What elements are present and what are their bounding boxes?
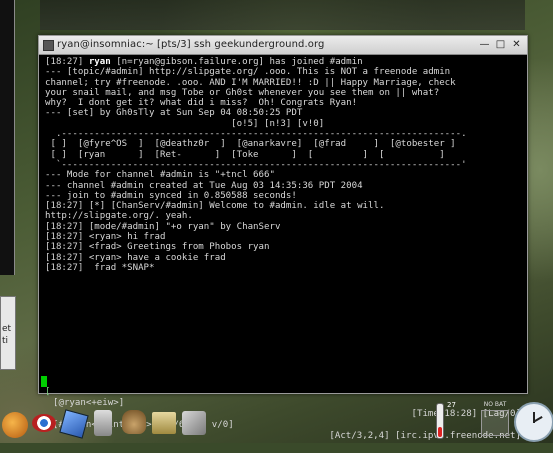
message-text: http://slipgate.org/. yeah. bbox=[45, 211, 193, 222]
window-menu-icon[interactable] bbox=[43, 40, 54, 51]
terminal-window[interactable]: ryan@insomniac:~ [pts/3] ssh geekundergr… bbox=[38, 35, 528, 441]
message-timestamp: [18:27] bbox=[45, 232, 89, 243]
irssi-statusbar: [ [@ryan<+eiw>] [Time/18:28] [Lag/0] [#a… bbox=[45, 387, 521, 441]
terminal-line: [ ] [ryan ] [Ret- ] [Toke ] [ ] [ ] bbox=[45, 150, 523, 160]
battery-label: NO BAT bbox=[483, 401, 507, 408]
message-text: `---------------------------------------… bbox=[45, 159, 467, 170]
message-text: --- channel #admin created at Tue Aug 03… bbox=[45, 180, 363, 191]
message-text: <ryan> have a cookie frad bbox=[88, 252, 226, 263]
message-text: [n=ryan@gibson.failure.org] has joined #… bbox=[110, 57, 363, 67]
message-text: [o!5] [n!3] [v!0] bbox=[45, 118, 325, 129]
message-timestamp: [18:27] bbox=[45, 262, 89, 273]
battery-icon bbox=[481, 410, 509, 436]
terminal-line: [18:27] [mode/#admin] "+o ryan" by ChanS… bbox=[45, 222, 523, 232]
window-title: ryan@insomniac:~ [pts/3] ssh geekundergr… bbox=[57, 39, 325, 50]
message-text: [mode/#admin] "+o ryan" by ChanServ bbox=[88, 221, 281, 232]
temperature-label: 27 bbox=[447, 401, 456, 409]
message-text: frad *SNAP* bbox=[88, 262, 155, 273]
battery-monitor[interactable]: NO BAT bbox=[478, 401, 512, 437]
background-document-window[interactable]: et ti bbox=[0, 296, 16, 370]
terminal-line: [18:27] <frad> Greetings from Phobos rya… bbox=[45, 242, 523, 252]
settings-icon[interactable] bbox=[182, 411, 206, 435]
left-panel-text: et bbox=[2, 324, 12, 334]
terminal-line: [18:27] <ryan> hi frad bbox=[45, 232, 523, 242]
message-text: --- [topic/#admin] http://slipgate.org/ … bbox=[45, 67, 451, 78]
terminal-line: [18:27] ryan [n=ryan@gibson.failure.org]… bbox=[45, 57, 523, 67]
terminal-line: --- Mode for channel #admin is "+tncl 66… bbox=[45, 170, 523, 180]
firefox-icon[interactable] bbox=[2, 412, 28, 438]
background-window bbox=[40, 0, 525, 30]
nick: ryan bbox=[88, 57, 111, 67]
terminal-line: `---------------------------------------… bbox=[45, 160, 523, 170]
message-timestamp: [18:27] bbox=[45, 57, 89, 67]
terminal-line: [ ] [@fyre^OS ] [@deathz0r ] [@anarkavre… bbox=[45, 139, 523, 149]
terminal-line: --- join to #admin synced in 0.850588 se… bbox=[45, 191, 523, 201]
message-text: your snail mail, and msg Tobe or Gh0st w… bbox=[45, 87, 440, 98]
gimp-icon[interactable] bbox=[122, 410, 146, 434]
minimize-icon[interactable]: — bbox=[479, 39, 490, 50]
maximize-icon[interactable]: □ bbox=[495, 39, 506, 50]
message-timestamp: [18:27] bbox=[45, 242, 89, 253]
message-text: <ryan> hi frad bbox=[88, 232, 166, 243]
terminal-line: --- [topic/#admin] http://slipgate.org/ … bbox=[45, 67, 523, 77]
message-timestamp: [18:27] bbox=[45, 252, 89, 263]
phone-icon[interactable] bbox=[94, 410, 112, 436]
clock-icon[interactable] bbox=[514, 402, 553, 442]
message-text: [ ] [ryan ] [Ret- ] [Toke ] [ ] [ ] bbox=[45, 149, 445, 160]
message-text: <frad> Greetings from Phobos ryan bbox=[88, 242, 270, 253]
message-timestamp: [18:27] bbox=[45, 201, 89, 212]
terminal-line: .---------------------------------------… bbox=[45, 129, 523, 139]
message-text: channel; try #freenode. .ooo. AND I'M MA… bbox=[45, 77, 456, 88]
thermometer-icon bbox=[436, 403, 444, 439]
window-titlebar[interactable]: ryan@insomniac:~ [pts/3] ssh geekundergr… bbox=[39, 36, 527, 55]
terminal-line: [18:27] <ryan> have a cookie frad bbox=[45, 253, 523, 263]
terminal-line: --- channel #admin created at Tue Aug 03… bbox=[45, 181, 523, 191]
eye-icon[interactable] bbox=[32, 414, 56, 432]
message-timestamp: [18:27] bbox=[45, 221, 89, 232]
terminal-line: [o!5] [n!3] [v!0] bbox=[45, 119, 523, 129]
irc-message-buffer[interactable]: [18:27] ryan [n=ryan@gibson.failure.org]… bbox=[45, 57, 523, 347]
message-text: --- Mode for channel #admin is "+tncl 66… bbox=[45, 170, 275, 181]
terminal-line: [18:27] [*] [ChanServ/#admin] Welcome to… bbox=[45, 201, 523, 211]
message-text: --- [set] by Gh0sTly at Sun Sep 04 08:50… bbox=[45, 108, 303, 119]
terminal-line: --- [set] by Gh0sTly at Sun Sep 04 08:50… bbox=[45, 108, 523, 118]
terminal-line: why? I dont get it? what did i miss? Oh!… bbox=[45, 98, 523, 108]
message-text: .---------------------------------------… bbox=[45, 129, 467, 140]
close-icon[interactable]: ✕ bbox=[511, 39, 522, 50]
left-panel-text: ti bbox=[2, 336, 9, 346]
message-text: [*] [ChanServ/#admin] Welcome to #admin.… bbox=[88, 201, 385, 212]
message-text: why? I dont get it? what did i miss? Oh!… bbox=[45, 98, 358, 109]
message-text: --- join to #admin synced in 0.850588 se… bbox=[45, 190, 297, 201]
folder-icon[interactable] bbox=[152, 412, 176, 434]
background-terminal-window[interactable] bbox=[0, 0, 15, 275]
terminal-line: channel; try #freenode. .ooo. AND I'M MA… bbox=[45, 78, 523, 88]
terminal-line: your snail mail, and msg Tobe or Gh0st w… bbox=[45, 88, 523, 98]
message-text: [ ] [@fyre^OS ] [@deathz0r ] [@anarkavre… bbox=[45, 139, 456, 150]
terminal-line: http://slipgate.org/. yeah. bbox=[45, 211, 523, 221]
terminal-line: [18:27] frad *SNAP* bbox=[45, 263, 523, 273]
input-cursor[interactable] bbox=[41, 376, 47, 387]
